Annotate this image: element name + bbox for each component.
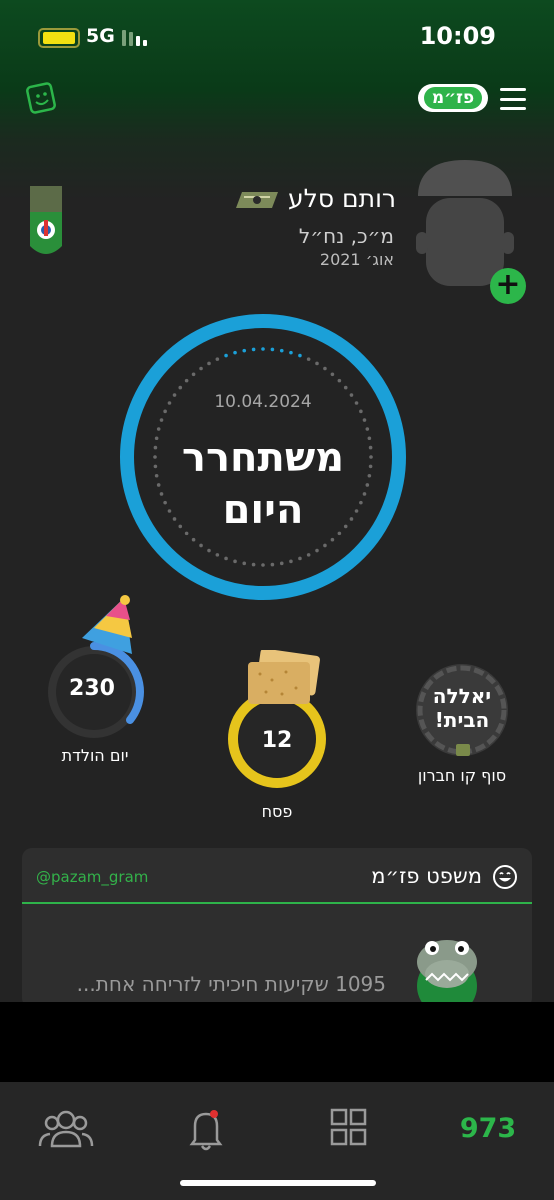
crocodile-icon — [417, 940, 477, 1008]
progress-dot — [242, 561, 247, 566]
progress-dot — [242, 348, 247, 353]
passover-label: פסח — [261, 802, 293, 821]
progress-dot — [215, 357, 220, 361]
progress-dot — [224, 353, 228, 358]
progress-dot — [156, 427, 161, 431]
release-status: משתחרר היום — [0, 432, 526, 536]
sticker-icon[interactable] — [26, 82, 56, 114]
home-label: סוף קו חברון — [417, 766, 507, 785]
progress-dot — [315, 361, 319, 366]
progress-dot — [337, 378, 342, 383]
progress-dot — [184, 378, 189, 383]
home-value: יאללה הבית! — [432, 684, 492, 732]
tab-code[interactable]: 973 — [458, 1104, 518, 1152]
progress-dot — [306, 357, 311, 361]
progress-dot — [191, 372, 196, 377]
app-screen: 5G 10:09 פז״מ + רותם סלע מ״כ, נח״ל אוג׳ … — [0, 0, 554, 1200]
smile-icon — [493, 865, 517, 889]
card-divider — [22, 902, 532, 904]
progress-dot — [233, 559, 237, 564]
ad-banner — [0, 1002, 554, 1082]
progress-dot — [298, 353, 302, 358]
progress-dot — [365, 427, 370, 431]
progress-dot — [207, 548, 211, 553]
tab-grid-icon[interactable] — [318, 1104, 378, 1152]
rank-icon — [236, 192, 278, 208]
progress-dot — [215, 553, 220, 557]
progress-dot — [279, 348, 284, 353]
progress-dot — [199, 366, 203, 371]
progress-dot — [261, 347, 265, 351]
progress-dot — [315, 548, 319, 553]
card-quote: 1095 שקיעות חיכיתי לזריחה אחת... — [76, 972, 386, 996]
progress-dot — [330, 372, 335, 377]
progress-dot — [289, 559, 293, 564]
progress-dot — [362, 418, 367, 422]
matzah-icon — [248, 650, 320, 704]
signal-icon — [122, 28, 147, 46]
network-type: 5G — [86, 25, 115, 47]
birthday-label: יום הולדת — [61, 746, 129, 765]
progress-dot — [279, 561, 284, 566]
progress-dot — [224, 556, 228, 561]
passover-value: 12 — [261, 728, 293, 753]
progress-dot — [289, 350, 293, 355]
progress-dot — [330, 537, 335, 542]
progress-dot — [251, 562, 256, 567]
release-line-2: היום — [222, 487, 304, 533]
profile-role: מ״כ, נח״ל — [298, 224, 394, 248]
menu-icon[interactable] — [500, 88, 526, 110]
progress-dot — [323, 543, 327, 548]
progress-dot — [159, 418, 164, 422]
release-date: 10.04.2024 — [214, 392, 312, 412]
progress-dot — [343, 385, 348, 390]
instagram-handle[interactable]: @pazam_gram — [36, 868, 148, 886]
progress-dot — [178, 385, 183, 390]
progress-dot — [233, 350, 237, 355]
status-time: 10:09 — [419, 22, 496, 50]
add-photo-button[interactable]: + — [490, 268, 526, 304]
release-line-1: משתחרר — [181, 435, 345, 481]
progress-dot — [207, 361, 211, 366]
battery-icon — [38, 28, 80, 48]
progress-dot — [191, 537, 196, 542]
profile-name: רותם סלע — [288, 184, 396, 213]
home-indicator — [180, 1180, 376, 1186]
progress-dot — [270, 562, 275, 567]
app-logo: פז״מ — [418, 84, 488, 112]
progress-dot — [251, 347, 256, 352]
party-hat-icon — [82, 595, 132, 654]
quote-card[interactable]: משפט פז״מ @pazam_gram 1095 שקיעות חיכיתי… — [22, 848, 532, 1008]
tab-notifications-icon[interactable] — [176, 1104, 236, 1152]
birthday-value: 230 — [69, 676, 115, 701]
tab-friends-icon[interactable] — [36, 1104, 96, 1152]
unit-tag-icon — [30, 186, 62, 254]
progress-dot — [323, 366, 327, 371]
progress-dot — [199, 543, 203, 548]
progress-dot — [270, 347, 275, 352]
progress-dot — [298, 556, 302, 561]
enlist-date: אוג׳ 2021 — [319, 250, 394, 269]
progress-dot — [261, 563, 265, 567]
card-title: משפט פז״מ — [371, 864, 482, 888]
progress-dot — [306, 553, 311, 557]
